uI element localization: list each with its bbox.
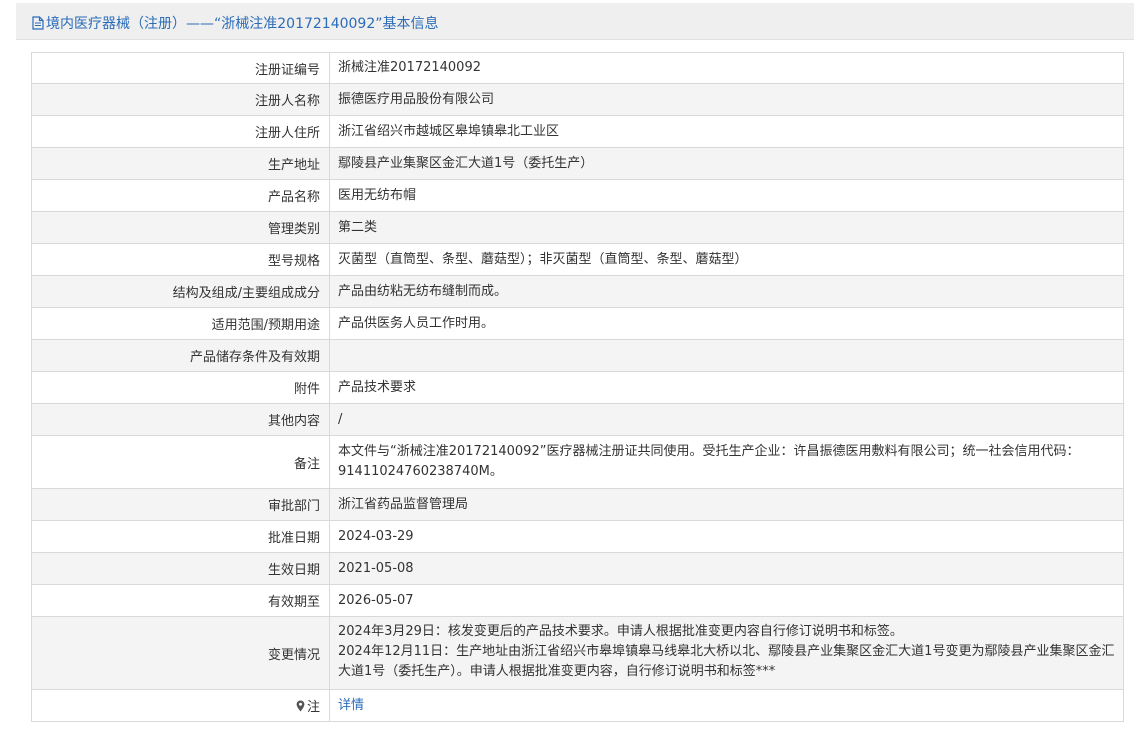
field-value: 振德医疗用品股份有限公司 <box>330 84 1123 115</box>
field-label: 注册人住所 <box>32 116 330 147</box>
map-pin-icon <box>296 700 305 711</box>
field-label: 适用范围/预期用途 <box>32 308 330 339</box>
page-title-text: 境内医疗器械（注册）——“浙械注准20172140092”基本信息 <box>46 16 439 32</box>
field-value: 2024-03-29 <box>338 528 414 544</box>
field-label: 有效期至 <box>32 585 330 616</box>
table-row: 有效期至 2026-05-07 <box>31 585 1124 617</box>
field-label: 审批部门 <box>32 489 330 520</box>
note-label-text: 注 <box>306 700 320 715</box>
table-row: 管理类别 第二类 <box>31 212 1124 244</box>
change-line: 2024年12月11日：生产地址由浙江省绍兴市皋埠镇皋马线皋北大桥以北、鄢陵县产… <box>338 644 1115 679</box>
field-value: 第二类 <box>330 212 1123 243</box>
field-label: 型号规格 <box>32 244 330 275</box>
table-row: 生效日期 2021-05-08 <box>31 553 1124 585</box>
table-row: 产品名称 医用无纺布帽 <box>31 180 1124 212</box>
field-value: 产品供医务人员工作时用。 <box>338 315 495 331</box>
table-row: 批准日期 2024-03-29 <box>31 521 1124 553</box>
field-value: 产品由纺粘无纺布缝制而成。 <box>330 276 1123 307</box>
table-row: 备注 本文件与“浙械注准20172140092”医疗器械注册证共同使用。受托生产企… <box>31 436 1124 489</box>
field-label: 产品名称 <box>32 180 330 211</box>
field-value: 2026-05-07 <box>338 592 414 608</box>
change-line: 2024年3月29日：核发变更后的产品技术要求。申请人根据批准变更内容自行修订说… <box>338 624 903 639</box>
note-value: 详情 <box>330 690 1123 721</box>
document-icon <box>32 16 44 30</box>
table-row: 注册人住所 浙江省绍兴市越城区皋埠镇皋北工业区 <box>31 116 1124 148</box>
field-label: 其他内容 <box>32 404 330 435</box>
info-panel: 境内医疗器械（注册）——“浙械注准20172140092”基本信息 注册证编号浙… <box>16 0 1134 729</box>
field-label: 附件 <box>32 372 330 403</box>
table-row: 结构及组成/主要组成成分 产品由纺粘无纺布缝制而成。 <box>31 276 1124 308</box>
field-value: 2021-05-08 <box>330 553 1123 584</box>
table-row: 审批部门 浙江省药品监督管理局 <box>31 489 1124 521</box>
table-row: 附件 产品技术要求 <box>31 372 1124 404</box>
field-label: 生产地址 <box>32 148 330 179</box>
table-row: 注册人名称 振德医疗用品股份有限公司 <box>31 84 1124 116</box>
panel-header: 境内医疗器械（注册）——“浙械注准20172140092”基本信息 <box>16 3 1134 40</box>
field-label: 注册人名称 <box>32 84 330 115</box>
table-row: 变更情况 2024年3月29日：核发变更后的产品技术要求。申请人根据批准变更内容自… <box>31 617 1124 690</box>
info-table: 注册证编号 浙械注准20172140092 注册人名称 振德医疗用品股份有限公司 注册人… <box>31 52 1124 722</box>
field-value: 浙江省绍兴市越城区皋埠镇皋北工业区 <box>338 123 560 139</box>
table-row: 注册证编号 浙械注准20172140092 <box>31 52 1124 84</box>
note-row: 注 详情 <box>31 690 1124 722</box>
table-row: 适用范围/预期用途 产品供医务人员工作时用。 <box>31 308 1124 340</box>
field-value: 灭菌型（直筒型、条型、蘑菇型）；非灭菌型（直筒型、条型、蘑菇型） <box>338 251 748 267</box>
field-value: / <box>330 404 1123 435</box>
field-value: 本文件与“浙械注准20172140092”医疗器械注册证共同使用。受托生产企业：… <box>338 444 1080 479</box>
field-value: 浙江省药品监督管理局 <box>330 489 1123 520</box>
field-value: 产品技术要求 <box>338 379 417 395</box>
field-label: 变更情况 <box>32 617 330 689</box>
field-label: 产品储存条件及有效期 <box>32 340 330 371</box>
table-row: 型号规格 灭菌型（直筒型、条型、蘑菇型）；非灭菌型（直筒型、条型、蘑菇型） <box>31 244 1124 276</box>
field-value: 鄢陵县产业集聚区金汇大道1号（委托生产） <box>330 148 1123 179</box>
field-label: 管理类别 <box>32 212 330 243</box>
field-value: 医用无纺布帽 <box>338 187 417 203</box>
field-value <box>330 340 1123 371</box>
field-label: 注册证编号 <box>32 53 330 83</box>
field-label: 生效日期 <box>32 553 330 584</box>
field-value: 浙械注准20172140092 <box>338 60 481 75</box>
table-row: 产品储存条件及有效期 <box>31 340 1124 372</box>
table-row: 生产地址 鄢陵县产业集聚区金汇大道1号（委托生产） <box>31 148 1124 180</box>
page-title: 境内医疗器械（注册）——“浙械注准20172140092”基本信息 <box>32 13 438 33</box>
field-label: 批准日期 <box>32 521 330 552</box>
note-label: 注 <box>32 690 330 721</box>
field-label: 备注 <box>32 436 330 488</box>
field-label: 结构及组成/主要组成成分 <box>32 276 330 307</box>
field-value: 2024年3月29日：核发变更后的产品技术要求。申请人根据批准变更内容自行修订说… <box>330 617 1123 689</box>
details-link[interactable]: 详情 <box>338 696 364 716</box>
table-row: 其他内容 / <box>31 404 1124 436</box>
